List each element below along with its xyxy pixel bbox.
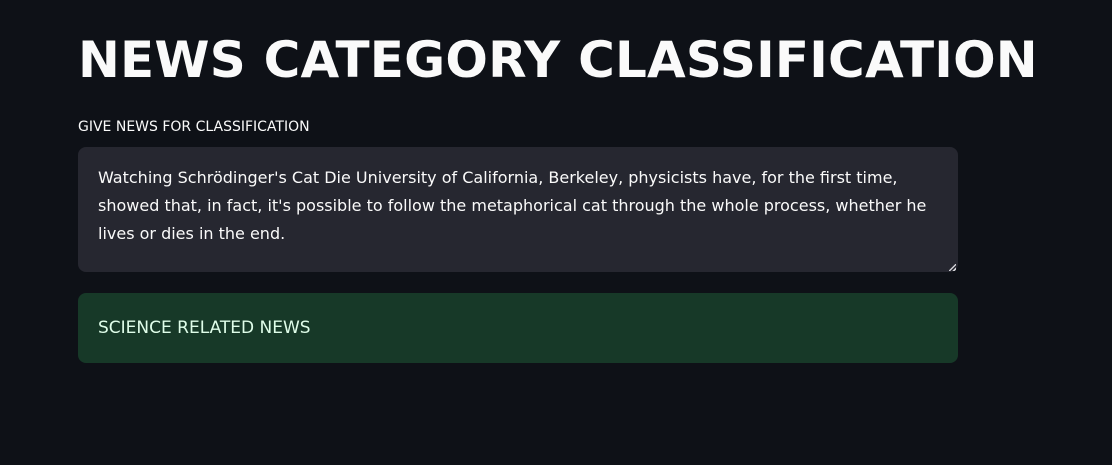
news-input[interactable]: Watching Schrödinger's Cat Die Universit… <box>78 147 958 272</box>
news-input-container: Watching Schrödinger's Cat Die Universit… <box>78 147 958 272</box>
resize-handle-icon[interactable] <box>949 264 956 271</box>
page-title: NEWS CATEGORY CLASSIFICATION <box>78 31 1038 89</box>
classification-result-text: SCIENCE RELATED NEWS <box>98 318 311 338</box>
classification-result-alert: SCIENCE RELATED NEWS <box>78 293 958 363</box>
news-input-label: GIVE NEWS FOR CLASSIFICATION <box>78 119 310 135</box>
